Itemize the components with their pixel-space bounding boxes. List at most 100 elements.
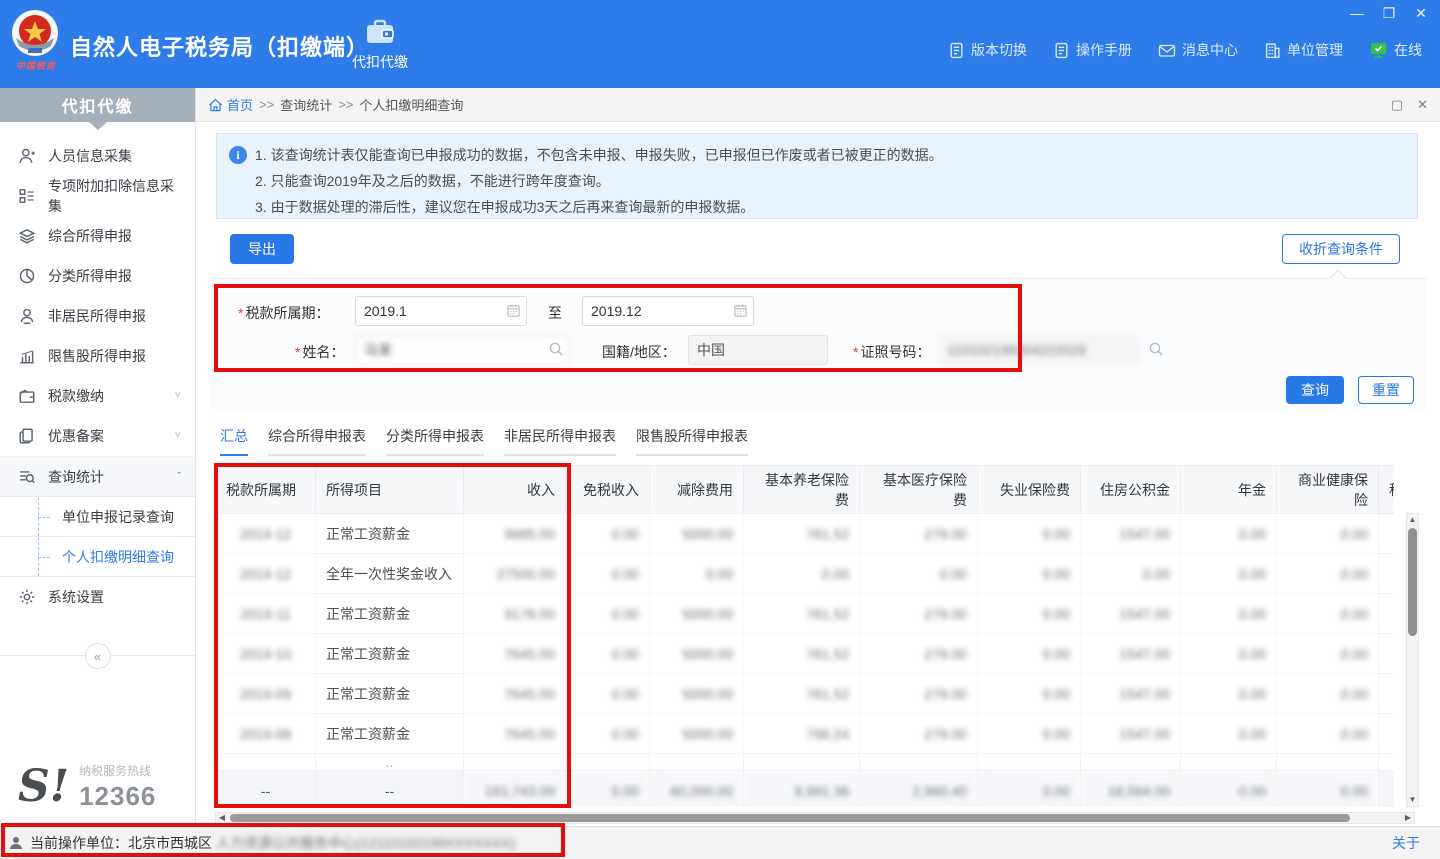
sidebar-item-comprehensive-income[interactable]: 综合所得申报 — [0, 216, 195, 256]
table-cell: 0.00 — [744, 554, 860, 594]
vertical-scrollbar[interactable]: ▲ ▼ — [1406, 513, 1419, 807]
table-cell: 27500.00 — [464, 554, 566, 594]
sidebar-subitem-unit-declare-records[interactable]: 单位申报记录查询 — [0, 496, 195, 536]
menu-manual[interactable]: 操作手册 — [1053, 40, 1132, 60]
sidebar-item-label: 分类所得申报 — [48, 266, 132, 286]
search-icon[interactable] — [548, 341, 564, 357]
sidebar-item-preferential-filing[interactable]: 优惠备案 ˅ — [0, 416, 195, 456]
table-cell: 2019-12 — [216, 554, 316, 594]
search-icon[interactable] — [1148, 341, 1164, 357]
breadcrumb-level1[interactable]: 查询统计 — [280, 95, 332, 114]
panel-maximize-button[interactable]: ▢ — [1391, 97, 1403, 113]
menu-version-switch[interactable]: 版本切换 — [948, 40, 1027, 60]
id-number-label: *证照号码： — [853, 342, 930, 362]
table-cell: 279.00 — [860, 714, 978, 754]
reset-button[interactable]: 重置 — [1358, 376, 1414, 404]
summary-table-wrap: 税款所属期所得项目收入免税收入减除费用基本养老保险费基本医疗保险费失业保险费住房… — [215, 465, 1394, 807]
name-input[interactable] — [355, 335, 570, 365]
table-cell: 1547.00 — [1081, 714, 1181, 754]
scroll-left-icon[interactable]: ◀ — [216, 813, 228, 823]
menu-label: 单位管理 — [1287, 40, 1343, 60]
column-header: 所得项目 — [316, 466, 464, 514]
id-number-input[interactable] — [938, 335, 1138, 365]
table-cell — [1379, 714, 1395, 754]
menu-online-status[interactable]: 在线 — [1369, 40, 1422, 60]
menu-label: 在线 — [1394, 40, 1422, 60]
tab-comprehensive[interactable]: 综合所得申报表 — [268, 426, 366, 456]
nav-module-daikou[interactable]: 代扣代缴 — [348, 18, 412, 72]
column-header: 减除费用 — [650, 466, 744, 514]
sidebar-item-nonresident-income[interactable]: 非居民所得申报 — [0, 296, 195, 336]
sidebar-item-label: 限售股所得申报 — [48, 346, 146, 366]
restore-button[interactable]: ❐ — [1380, 4, 1398, 22]
query-form: *税款所属期： 至 *姓名： 国籍/地区： *证照号码： — [210, 278, 1426, 410]
period-to-input[interactable] — [582, 296, 754, 326]
module-tab-label: 代扣代缴 — [348, 52, 412, 72]
sidebar-item-classified-income[interactable]: 分类所得申报 — [0, 256, 195, 296]
hotline-label: 纳税服务热线 — [79, 762, 156, 779]
table-cell: 8,991.36 — [744, 771, 860, 808]
sidebar-item-query-statistics[interactable]: 查询统计 ˆ — [0, 456, 195, 496]
table-cell: 1547.00 — [1081, 514, 1181, 554]
collapse-query-button[interactable]: 收折查询条件 — [1282, 234, 1400, 264]
table-cell: 5000.00 — [650, 594, 744, 634]
table-cell: 0.00 — [978, 554, 1081, 594]
tab-summary[interactable]: 汇总 — [220, 426, 248, 456]
vertical-scroll-thumb[interactable] — [1408, 528, 1417, 636]
export-button[interactable]: 导出 — [230, 234, 294, 264]
gear-icon — [18, 588, 36, 606]
calendar-icon[interactable] — [733, 303, 749, 319]
sidebar-item-special-deduction[interactable]: 专项附加扣除信息采集 — [0, 176, 195, 216]
sidebar-item-tax-payment[interactable]: 税款缴纳 ˅ — [0, 376, 195, 416]
horizontal-scroll-thumb[interactable] — [230, 814, 1350, 822]
sidebar-menu: 人员信息采集 专项附加扣除信息采集 综合所得申报 分类所得申 — [0, 136, 195, 667]
table-cell: 0.00 — [1181, 514, 1277, 554]
tab-classified[interactable]: 分类所得申报表 — [386, 426, 484, 456]
column-header: 税款所属期 — [216, 466, 316, 514]
horizontal-scrollbar[interactable]: ◀ ▶ — [215, 812, 1415, 824]
sidebar-item-personnel-info[interactable]: 人员信息采集 — [0, 136, 195, 176]
sidebar-item-restricted-stock[interactable]: 限售股所得申报 — [0, 336, 195, 376]
sidebar-subitem-personal-withholding-detail[interactable]: 个人扣缴明细查询 — [0, 536, 195, 576]
close-button[interactable]: ✕ — [1412, 4, 1430, 22]
table-row: .. — [216, 754, 1395, 771]
table-cell: 0.00 — [1181, 554, 1277, 594]
nationality-label: 国籍/地区： — [602, 342, 676, 362]
table-cell: 全年一次性奖金收入 — [316, 554, 464, 594]
table-cell: 0.00 — [1277, 674, 1379, 714]
minimize-button[interactable]: — — [1348, 4, 1366, 22]
sidebar-item-label: 系统设置 — [48, 587, 104, 607]
sidebar-item-system-settings[interactable]: 系统设置 — [0, 577, 195, 617]
table-cell: 1547.00 — [1081, 634, 1181, 674]
table-cell: 60,000.00 — [650, 771, 744, 808]
sidebar-collapse-button[interactable]: « — [85, 643, 111, 669]
panel-close-button[interactable]: ✕ — [1417, 97, 1428, 113]
table-cell: 正常工资薪金 — [316, 674, 464, 714]
table-cell: 0.00 — [978, 714, 1081, 754]
table-cell: 0.00 — [1277, 771, 1379, 808]
scroll-right-icon[interactable]: ▶ — [1402, 813, 1414, 823]
hotline-number: 12366 — [79, 781, 156, 812]
table-cell: 18,564.00 — [1081, 771, 1181, 808]
menu-unit-management[interactable]: 单位管理 — [1264, 40, 1343, 60]
table-cell: 5000.00 — [650, 514, 744, 554]
breadcrumb-home[interactable]: 首页 — [208, 95, 253, 114]
query-button[interactable]: 查询 — [1286, 376, 1344, 404]
app-header: — ❐ ✕ 中国税务 自然人电子税务局（扣缴端） 代扣代缴 — [0, 0, 1440, 88]
window-controls: — ❐ ✕ — [1348, 4, 1430, 22]
notice-line-1: i 1. 该查询统计表仅能查询已申报成功的数据，不包含未申报、申报失败，已申报但… — [229, 142, 1403, 168]
table-cell: 0.00 — [1181, 594, 1277, 634]
about-link[interactable]: 关于 — [1392, 833, 1420, 853]
notice-text: 1. 该查询统计表仅能查询已申报成功的数据，不包含未申报、申报失败，已申报但已作… — [255, 142, 943, 168]
breadcrumb-level2: 个人扣缴明细查询 — [359, 95, 463, 114]
copy-icon — [18, 427, 36, 445]
table-cell: 2,960.40 — [860, 771, 978, 808]
scroll-down-icon[interactable]: ▼ — [1407, 794, 1418, 806]
tab-restricted-stock[interactable]: 限售股所得申报表 — [636, 426, 748, 456]
menu-message-center[interactable]: 消息中心 — [1158, 40, 1238, 60]
calendar-icon[interactable] — [506, 303, 522, 319]
tab-nonresident[interactable]: 非居民所得申报表 — [504, 426, 616, 456]
scroll-up-icon[interactable]: ▲ — [1407, 514, 1418, 526]
notice-line-3: 3. 由于数据处理的滞后性，建议您在申报成功3天之后再来查询最新的申报数据。 — [229, 194, 1403, 220]
period-from-input[interactable] — [355, 296, 527, 326]
